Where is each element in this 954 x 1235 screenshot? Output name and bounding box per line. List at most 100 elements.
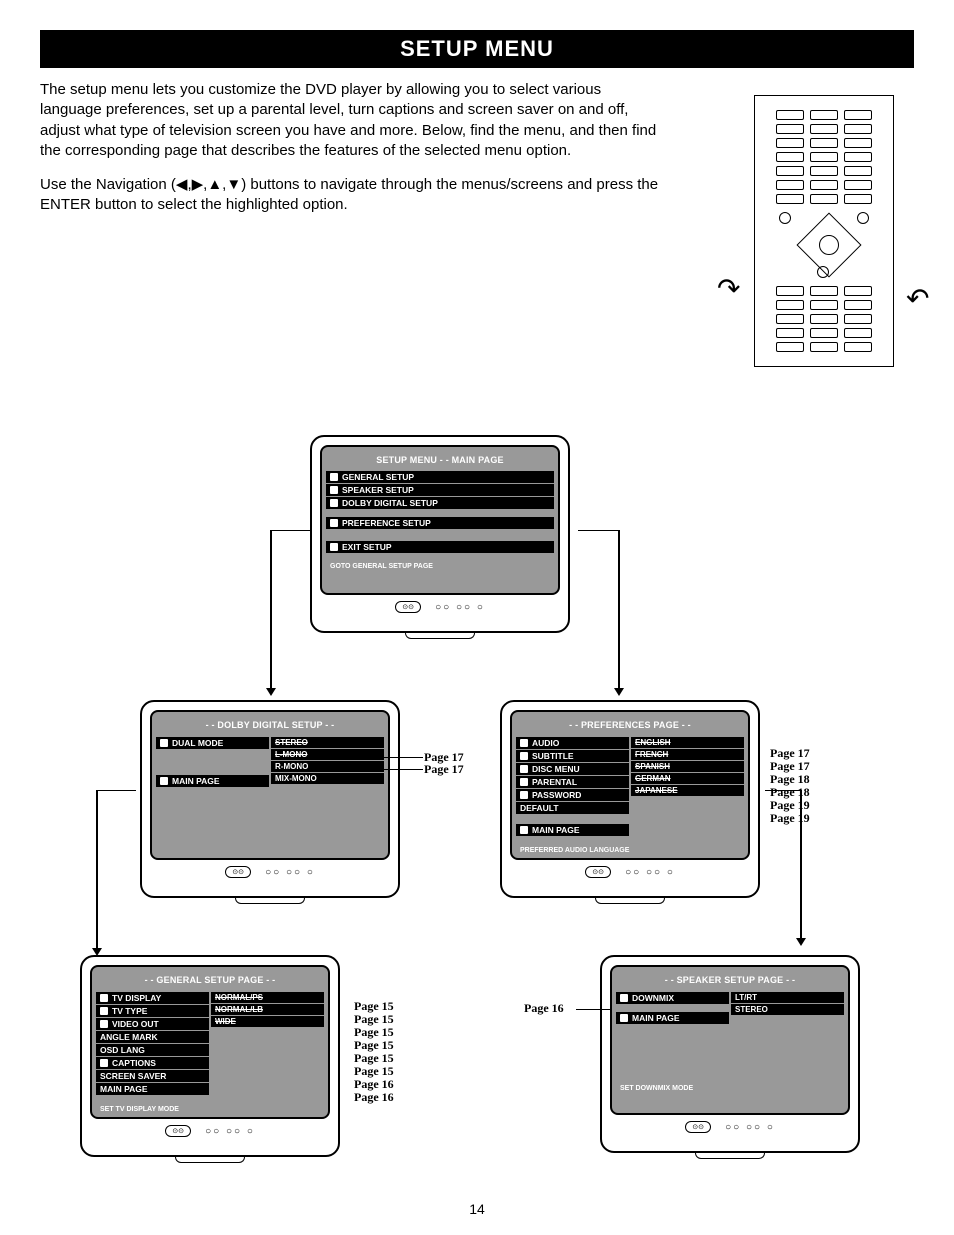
menu-item: DOWNMIX bbox=[616, 992, 729, 1004]
menu-label: MAIN PAGE bbox=[172, 776, 220, 786]
sub-option: SPANISH bbox=[631, 761, 744, 772]
sub-option: NORMAL/PS bbox=[211, 992, 324, 1003]
sub-option: LT/RT bbox=[731, 992, 844, 1003]
pointer-arrow-left: ↷ bbox=[717, 272, 740, 305]
page-ref: Page 17 bbox=[424, 762, 464, 777]
menu-label: SCREEN SAVER bbox=[100, 1071, 166, 1081]
intro-p2: Use the Navigation (◀,▶,▲,▼) buttons to … bbox=[40, 175, 660, 216]
sub-option: STEREO bbox=[731, 1004, 844, 1015]
sub-option: JAPANESE bbox=[631, 785, 744, 796]
intro-text: The setup menu lets you customize the DV… bbox=[40, 80, 660, 216]
sub-option: L-MONO bbox=[271, 749, 384, 760]
menu-item: DISC MENU bbox=[516, 763, 629, 775]
menu-item: PARENTAL bbox=[516, 776, 629, 788]
menu-item: VIDEO OUT bbox=[96, 1018, 209, 1030]
tv-dolby-screen: - - DOLBY DIGITAL SETUP - - DUAL MODE MA… bbox=[140, 700, 400, 904]
menu-label: AUDIO bbox=[532, 738, 559, 748]
menu-label: MAIN PAGE bbox=[100, 1084, 148, 1094]
screen-hint: SET DOWNMIX MODE bbox=[616, 1085, 844, 1092]
connector-line bbox=[96, 790, 136, 791]
page-ref: Page 16 bbox=[354, 1090, 394, 1105]
menu-label: EXIT SETUP bbox=[342, 542, 392, 552]
menu-item: SPEAKER SETUP bbox=[326, 484, 554, 496]
sub-option: ENGLISH bbox=[631, 737, 744, 748]
connector-line bbox=[270, 530, 310, 531]
dolby-title: - - DOLBY DIGITAL SETUP - - bbox=[156, 720, 384, 730]
menu-item: SCREEN SAVER bbox=[96, 1070, 209, 1082]
menu-label: DOLBY DIGITAL SETUP bbox=[342, 498, 438, 508]
menu-label: TV DISPLAY bbox=[112, 993, 161, 1003]
menu-item: DUAL MODE bbox=[156, 737, 269, 749]
menu-label: OSD LANG bbox=[100, 1045, 145, 1055]
menu-label: DEFAULT bbox=[520, 803, 559, 813]
ref-line bbox=[576, 1009, 610, 1010]
menu-item: OSD LANG bbox=[96, 1044, 209, 1056]
connector-arrow bbox=[96, 790, 98, 950]
sub-option: MIX-MONO bbox=[271, 773, 384, 784]
sub-option: FRENCH bbox=[631, 749, 744, 760]
menu-label: PASSWORD bbox=[532, 790, 581, 800]
menu-label: ANGLE MARK bbox=[100, 1032, 158, 1042]
sub-option: GERMAN bbox=[631, 773, 744, 784]
menu-item: GENERAL SETUP bbox=[326, 471, 554, 483]
remote-control-diagram: ↷ ↷ bbox=[754, 95, 894, 367]
menu-item: AUDIO bbox=[516, 737, 629, 749]
sub-option: NORMAL/LB bbox=[211, 1004, 324, 1015]
menu-item: CAPTIONS bbox=[96, 1057, 209, 1069]
page-ref: Page 19 bbox=[770, 811, 810, 826]
general-title: - - GENERAL SETUP PAGE - - bbox=[96, 975, 324, 985]
menu-item: SUBTITLE bbox=[516, 750, 629, 762]
menu-label: PREFERENCE SETUP bbox=[342, 518, 431, 528]
connector-arrow bbox=[800, 790, 802, 940]
intro-p1: The setup menu lets you customize the DV… bbox=[40, 80, 660, 161]
connector-line bbox=[578, 530, 620, 531]
tv-preferences-screen: - - PREFERENCES PAGE - - AUDIO SUBTITLE … bbox=[500, 700, 760, 904]
menu-item: MAIN PAGE bbox=[616, 1012, 729, 1024]
connector-arrow bbox=[618, 530, 620, 690]
screen-hint: SET TV DISPLAY MODE bbox=[96, 1106, 324, 1113]
sub-option: R-MONO bbox=[271, 761, 384, 772]
menu-label: CAPTIONS bbox=[112, 1058, 156, 1068]
main-screen-title: SETUP MENU - - MAIN PAGE bbox=[326, 455, 554, 465]
page-number: 14 bbox=[0, 1201, 954, 1217]
menu-label: GENERAL SETUP bbox=[342, 472, 414, 482]
tv-general-screen: - - GENERAL SETUP PAGE - - TV DISPLAY TV… bbox=[80, 955, 340, 1163]
menu-label: VIDEO OUT bbox=[112, 1019, 159, 1029]
menu-label: SPEAKER SETUP bbox=[342, 485, 414, 495]
menu-item: DOLBY DIGITAL SETUP bbox=[326, 497, 554, 509]
menu-label: MAIN PAGE bbox=[632, 1013, 680, 1023]
prefs-title: - - PREFERENCES PAGE - - bbox=[516, 720, 744, 730]
menu-item: TV TYPE bbox=[96, 1005, 209, 1017]
page-ref: Page 16 bbox=[524, 1001, 564, 1016]
speaker-title: - - SPEAKER SETUP PAGE - - bbox=[616, 975, 844, 985]
page-title: SETUP MENU bbox=[40, 30, 914, 68]
menu-label: DISC MENU bbox=[532, 764, 580, 774]
sub-option: STEREO bbox=[271, 737, 384, 748]
tv-main-screen: SETUP MENU - - MAIN PAGE GENERAL SETUP S… bbox=[310, 435, 570, 639]
screen-hint: PREFERRED AUDIO LANGUAGE bbox=[516, 847, 744, 854]
remote-dpad bbox=[761, 210, 887, 280]
menu-item: MAIN PAGE bbox=[156, 775, 269, 787]
menu-item: MAIN PAGE bbox=[96, 1083, 209, 1095]
ref-line bbox=[375, 757, 423, 758]
menu-label: DOWNMIX bbox=[632, 993, 674, 1003]
menu-item: EXIT SETUP bbox=[326, 541, 554, 553]
nav-arrows-text: ◀,▶,▲,▼ bbox=[176, 176, 241, 193]
menu-label: SUBTITLE bbox=[532, 751, 574, 761]
menu-label: TV TYPE bbox=[112, 1006, 147, 1016]
menu-label: PARENTAL bbox=[532, 777, 577, 787]
screen-hint: GOTO GENERAL SETUP PAGE bbox=[326, 563, 554, 570]
menu-item: TV DISPLAY bbox=[96, 992, 209, 1004]
intro-p2a: Use the Navigation ( bbox=[40, 176, 176, 193]
menu-item: PASSWORD bbox=[516, 789, 629, 801]
menu-label: DUAL MODE bbox=[172, 738, 223, 748]
menu-item: PREFERENCE SETUP bbox=[326, 517, 554, 529]
ref-line bbox=[375, 769, 423, 770]
connector-arrow bbox=[270, 530, 272, 690]
menu-label: MAIN PAGE bbox=[532, 825, 580, 835]
menu-item: ANGLE MARK bbox=[96, 1031, 209, 1043]
menu-item: DEFAULT bbox=[516, 802, 629, 814]
connector-line bbox=[765, 790, 801, 791]
pointer-arrow-right: ↷ bbox=[906, 282, 929, 315]
tv-speaker-screen: - - SPEAKER SETUP PAGE - - DOWNMIX MAIN … bbox=[600, 955, 860, 1159]
